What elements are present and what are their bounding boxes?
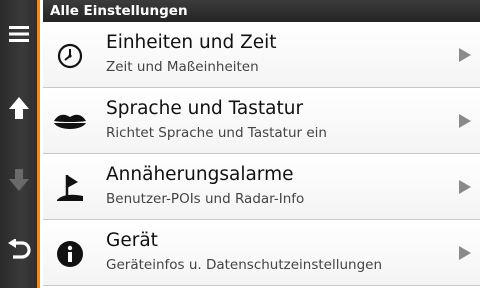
page-title: Alle Einstellungen	[43, 0, 480, 22]
chevron-right-icon	[459, 180, 471, 194]
info-icon	[53, 237, 87, 271]
arrow-down-icon	[8, 169, 29, 191]
scroll-up-button[interactable]	[0, 88, 37, 128]
item-subtitle: Richtet Sprache und Tastatur ein	[106, 125, 327, 141]
chevron-right-icon	[459, 246, 471, 260]
item-title: Einheiten und Zeit	[106, 32, 277, 53]
back-button[interactable]	[0, 230, 37, 270]
scroll-down-button[interactable]	[0, 160, 37, 200]
settings-list: Einheiten und Zeit Zeit und Maßeinheiten…	[43, 22, 480, 288]
list-item-geraet[interactable]: Gerät Geräteinfos u. Datenschutzeinstell…	[43, 220, 480, 286]
back-icon	[7, 239, 31, 259]
item-title: Annäherungsalarme	[106, 164, 294, 185]
arrow-up-icon	[8, 97, 29, 119]
chevron-right-icon	[459, 48, 471, 62]
item-title: Gerät	[106, 230, 158, 251]
item-title: Sprache und Tastatur	[106, 98, 304, 119]
list-item-einheiten-und-zeit[interactable]: Einheiten und Zeit Zeit und Maßeinheiten	[43, 22, 480, 88]
item-subtitle: Geräteinfos u. Datenschutzeinstellungen	[106, 257, 383, 273]
item-subtitle: Zeit und Maßeinheiten	[106, 59, 259, 75]
menu-icon	[8, 26, 29, 42]
list-item-sprache-und-tastatur[interactable]: Sprache und Tastatur Richtet Sprache und…	[43, 88, 480, 154]
clock-icon	[53, 39, 87, 73]
item-subtitle: Benutzer-POIs und Radar-Info	[106, 191, 305, 207]
list-item-annaeherungsalarme[interactable]: Annäherungsalarme Benutzer-POIs und Rada…	[43, 154, 480, 220]
chevron-right-icon	[459, 114, 471, 128]
sidebar	[0, 0, 40, 288]
menu-button[interactable]	[0, 14, 37, 54]
lips-icon	[53, 105, 87, 139]
alarm-flag-icon	[53, 171, 87, 205]
